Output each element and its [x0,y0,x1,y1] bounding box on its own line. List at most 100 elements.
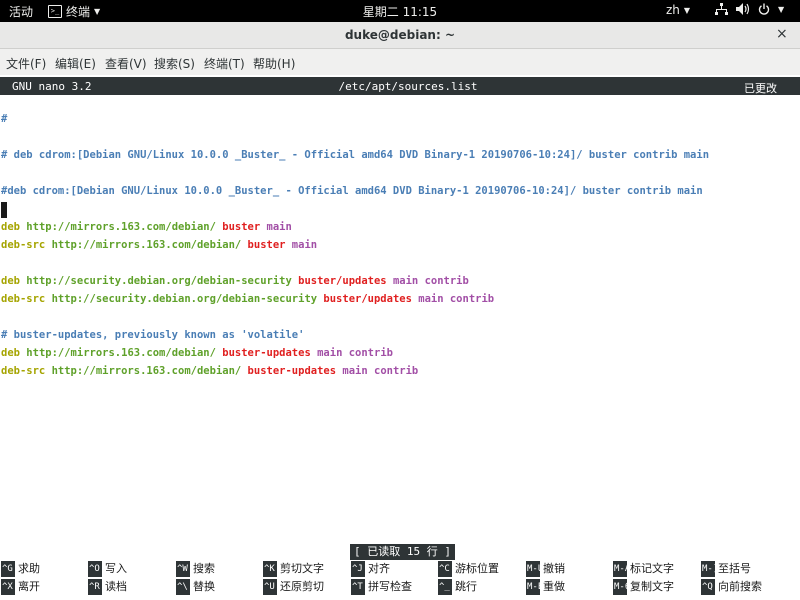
shortcut-item: ^R 读档 [88,579,127,595]
chevron-down-icon: ▼ [778,4,785,14]
line-token-cmt: # [1,113,8,125]
shortcut-label: 拼写检查 [368,580,412,593]
shortcut-item: ^_ 跳行 [438,579,477,595]
shortcut-key: M-] [701,561,715,577]
shortcut-label: 读档 [105,580,127,593]
volume-icon [736,3,750,15]
file-line: deb http://security.debian.org/debian-se… [1,275,469,287]
nano-status-message: [ 已读取 15 行 ] [350,544,455,560]
file-line: deb-src http://security.debian.org/debia… [1,293,494,305]
chevron-down-icon: ▼ [683,5,691,15]
close-icon[interactable]: × [776,26,788,42]
menu-terminal[interactable]: 终端(T) [204,55,245,72]
nano-modified-flag: 已更改 [744,82,777,95]
shortcut-label: 标记文字 [630,562,674,575]
line-token-url: http://security.debian.org/debian-securi… [51,293,324,305]
shortcut-item: M-6复制文字 [613,579,674,595]
shortcut-label: 替换 [193,580,215,593]
menu-view[interactable]: 查看(V) [105,55,147,72]
window-titlebar[interactable]: duke@debian: ~ × [0,22,800,49]
line-token-kw: deb-src [1,365,52,377]
window-title: duke@debian: ~ [344,28,456,42]
shortcut-key: ^J [351,561,365,577]
shortcut-key: M-6 [613,579,627,595]
line-token-kw: deb-src [1,239,52,251]
menu-file[interactable]: 文件(F) [6,55,46,72]
shortcut-key: ^_ [438,579,452,595]
shortcut-item: ^Q 向前搜索 [701,579,762,595]
shortcut-label: 对齐 [368,562,390,575]
text-cursor [1,202,7,218]
file-line: # buster-updates, previously known as 'v… [1,329,304,341]
shortcut-item: ^\ 替换 [176,579,215,595]
gnome-top-bar: 活动 >_ 终端 ▼ 星期二 11:15 zh ▼ ▼ [0,0,800,22]
line-token-comp: main contrib [411,293,495,305]
line-token-cmt: # buster-updates, previously known as 'v… [1,329,305,341]
input-method-label: zh [666,3,680,17]
shortcut-key: ^W [176,561,190,577]
line-token-cmt: #deb cdrom:[Debian GNU/Linux 10.0.0 _Bus… [1,185,703,197]
shortcut-key: M-U [526,561,540,577]
shortcut-label: 还原剪切 [280,580,324,593]
line-token-rel: buster [222,221,261,233]
line-token-comp: main [285,239,318,251]
shortcut-label: 复制文字 [630,580,674,593]
file-line: deb http://mirrors.163.com/debian/ buste… [1,221,292,233]
shortcut-key: ^G [1,561,15,577]
line-token-kw: deb [1,221,27,233]
shortcut-key: ^C [438,561,452,577]
network-icon [715,3,728,15]
menu-edit[interactable]: 编辑(E) [55,55,96,72]
shortcut-key: M-A [613,561,627,577]
nano-title-bar: GNU nano 3.2 /etc/apt/sources.list 已更改 [0,77,800,95]
menu-search[interactable]: 搜索(S) [154,55,195,72]
shortcut-item: M-A标记文字 [613,561,674,577]
line-token-cmt: # deb cdrom:[Debian GNU/Linux 10.0.0 _Bu… [1,149,710,161]
file-line: deb-src http://mirrors.163.com/debian/ b… [1,239,317,251]
shortcut-key: ^K [263,561,277,577]
shortcut-label: 向前搜索 [718,580,762,593]
nano-filename: /etc/apt/sources.list [338,80,478,93]
shortcut-item: ^T 拼写检查 [351,579,412,595]
line-token-rel: buster-updates [247,365,337,377]
line-token-comp: main contrib [386,275,469,287]
shortcut-label: 至括号 [718,562,751,575]
shortcut-label: 撤销 [543,562,565,575]
shortcut-key: ^R [88,579,102,595]
input-method-selector[interactable]: zh ▼ [666,3,690,17]
shortcut-key: ^T [351,579,365,595]
shortcut-item: ^U 还原剪切 [263,579,324,595]
shortcut-label: 跳行 [455,580,477,593]
line-token-rel: buster-updates [222,347,311,359]
line-token-kw: deb [1,275,27,287]
shortcut-item: M-U撤销 [526,561,565,577]
shortcut-key: M-E [526,579,540,595]
menu-help[interactable]: 帮助(H) [253,55,295,72]
shortcut-label: 剪切文字 [280,562,324,575]
shortcut-key: ^X [1,579,15,595]
line-token-rel: buster [247,239,286,251]
shortcut-item: ^O 写入 [88,561,127,577]
shortcut-item: ^C 游标位置 [438,561,499,577]
line-token-url: http://mirrors.163.com/debian/ [51,365,248,377]
file-line: # [1,113,7,125]
shortcut-label: 重做 [543,580,565,593]
shortcut-item: ^W 搜索 [176,561,215,577]
line-token-url: http://mirrors.163.com/debian/ [51,239,248,251]
line-token-kw: deb [1,347,27,359]
file-line: deb-src http://mirrors.163.com/debian/ b… [1,365,418,377]
system-tray[interactable]: ▼ [715,3,784,15]
terminal-area[interactable]: GNU nano 3.2 /etc/apt/sources.list 已更改 #… [0,75,800,600]
shortcut-item: M-E重做 [526,579,565,595]
shortcut-key: ^O [88,561,102,577]
line-token-url: http://security.debian.org/debian-securi… [26,275,299,287]
shortcut-label: 写入 [105,562,127,575]
line-token-kw: deb-src [1,293,52,305]
shortcut-item: ^X 离开 [1,579,40,595]
shortcut-item: ^J 对齐 [351,561,390,577]
line-token-comp: main [260,221,292,233]
line-token-rel: buster/updates [323,293,412,305]
file-line: deb http://mirrors.163.com/debian/ buste… [1,347,393,359]
power-icon [758,3,770,15]
shortcut-label: 搜索 [193,562,215,575]
